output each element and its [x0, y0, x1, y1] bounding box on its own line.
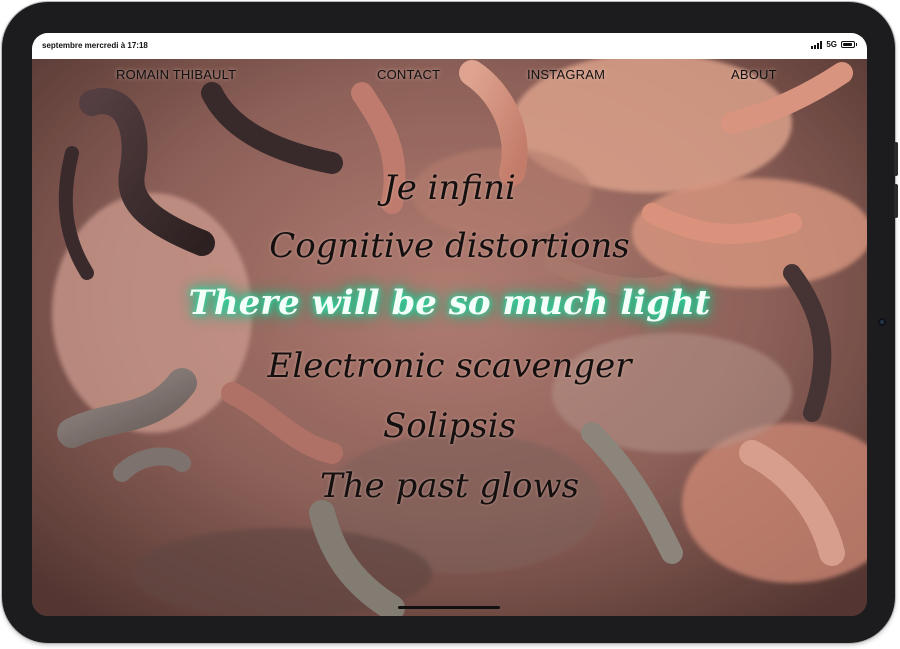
project-link-electronic-scavenger[interactable]: Electronic scavenger [32, 346, 867, 386]
battery-icon [841, 41, 857, 48]
front-camera [878, 318, 886, 326]
network-type: 5G [826, 40, 837, 49]
background-artwork-image [32, 33, 867, 616]
project-link-there-will-be-so-much-light[interactable]: There will be so much light [32, 283, 867, 323]
status-time: septembre mercredi à 17:18 [42, 41, 148, 50]
project-link-the-past-glows[interactable]: The past glows [32, 466, 867, 506]
status-bar: septembre mercredi à 17:18 5G [32, 33, 867, 59]
home-indicator[interactable] [398, 606, 500, 609]
nav-link-home[interactable]: ROMAIN THIBAULT [116, 67, 236, 82]
top-navigation: ROMAIN THIBAULT CONTACT INSTAGRAM ABOUT [32, 67, 867, 87]
status-indicators: 5G [811, 40, 857, 49]
cellular-signal-icon [811, 40, 823, 49]
project-link-cognitive-distortions[interactable]: Cognitive distortions [32, 226, 867, 266]
volume-up-button [894, 142, 898, 176]
project-link-je-infini[interactable]: Je infini [32, 168, 867, 208]
nav-link-contact[interactable]: CONTACT [377, 67, 440, 82]
project-link-solipsis[interactable]: Solipsis [32, 406, 867, 446]
nav-link-about[interactable]: ABOUT [731, 67, 777, 82]
volume-down-button [894, 184, 898, 218]
nav-link-instagram[interactable]: INSTAGRAM [527, 67, 605, 82]
screen: septembre mercredi à 17:18 5G ROMAIN THI… [32, 33, 867, 616]
